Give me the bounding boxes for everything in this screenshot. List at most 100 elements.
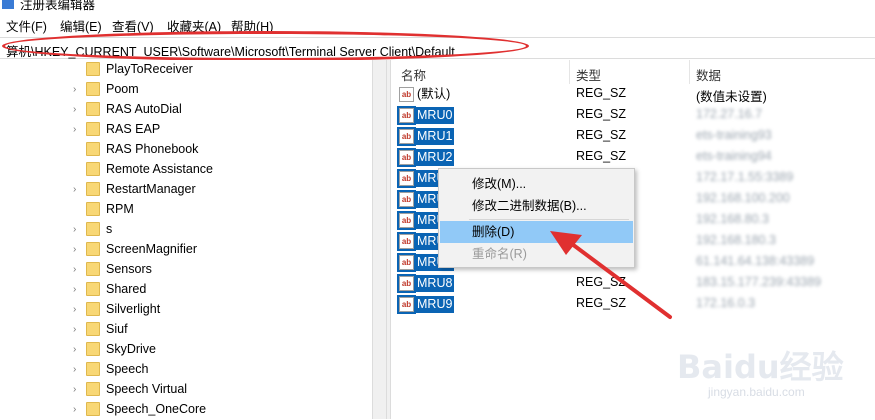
value-data: 192.168.180.3	[696, 233, 776, 247]
tree-item[interactable]: › Sensors	[0, 260, 370, 280]
tree-item[interactable]: › ScreenMagnifier	[0, 240, 370, 260]
tree-item[interactable]: › RAS AutoDial	[0, 100, 370, 120]
value-row[interactable]: ab (默认) REG_SZ (数值未设置)	[391, 84, 875, 105]
chevron-right-icon[interactable]: ›	[73, 384, 76, 395]
tree-item[interactable]: › Shared	[0, 280, 370, 300]
tree-item[interactable]: › RestartManager	[0, 180, 370, 200]
value-data: ets-training93	[696, 128, 772, 142]
chevron-right-icon[interactable]: ›	[73, 224, 76, 235]
key-tree: PlayToReceiver › Poom › RAS AutoDial › RAS EAP…	[0, 60, 386, 419]
chevron-right-icon[interactable]: ›	[73, 324, 76, 335]
tree-item[interactable]: PlayToReceiver	[0, 60, 370, 80]
value-row[interactable]: ab MRU0 REG_SZ 172.27.16.7	[391, 105, 875, 126]
ab-string-icon: ab	[397, 127, 416, 146]
chevron-right-icon[interactable]: ›	[73, 244, 76, 255]
tree-item[interactable]: › Silverlight	[0, 300, 370, 320]
folder-icon	[86, 182, 100, 196]
tree-item-label: ScreenMagnifier	[106, 242, 198, 256]
context-menu-modify-binary[interactable]: 修改二进制数据(B)...	[440, 195, 633, 217]
title-bar: 注册表编辑器	[0, 0, 875, 12]
ab-string-icon: ab	[397, 253, 416, 272]
ab-string-icon: ab	[397, 295, 416, 314]
value-name: MRU0	[415, 107, 455, 124]
context-menu-separator	[469, 219, 629, 220]
ab-string-icon: ab	[397, 169, 416, 188]
value-name: MRU1	[415, 128, 455, 145]
tree-item[interactable]: RPM	[0, 200, 370, 220]
tree-item[interactable]: › Poom	[0, 80, 370, 100]
value-data: 192.168.80.3	[696, 212, 769, 226]
value-type: REG_SZ	[576, 86, 627, 100]
address-path[interactable]: 算机\HKEY_CURRENT_USER\Software\Microsoft\…	[6, 41, 455, 60]
tree-item[interactable]: › Speech_OneCore	[0, 400, 370, 420]
ab-string-icon: ab	[397, 274, 416, 293]
value-type: REG_SZ	[576, 128, 627, 142]
value-name: MRU8	[415, 275, 455, 292]
tree-item-label: RPM	[106, 202, 134, 216]
folder-icon	[86, 202, 100, 216]
value-data: 172.17.1.55:3389	[696, 170, 794, 184]
context-menu-label: 删除(D)	[472, 225, 515, 239]
menu-help[interactable]: 帮助(H)	[231, 16, 273, 35]
folder-icon	[86, 242, 100, 256]
menu-favorites[interactable]: 收藏夹(A)	[167, 16, 221, 35]
tree-item[interactable]: › Speech Virtual	[0, 380, 370, 400]
chevron-right-icon[interactable]: ›	[73, 264, 76, 275]
chevron-right-icon[interactable]: ›	[73, 104, 76, 115]
ab-string-icon: ab	[397, 106, 416, 125]
tree-scrollbar[interactable]	[372, 60, 386, 419]
tree-item-label: Speech Virtual	[106, 382, 188, 396]
value-row[interactable]: ab MRU2 REG_SZ ets-training94	[391, 147, 875, 168]
folder-icon	[86, 122, 100, 136]
chevron-right-icon[interactable]: ›	[73, 344, 76, 355]
context-menu-label: 修改(M)...	[472, 177, 527, 191]
folder-icon	[86, 162, 100, 176]
context-menu-label: 重命名(R)	[472, 247, 527, 261]
tree-item-label: Speech	[106, 362, 149, 376]
tree-item-label: RAS AutoDial	[106, 102, 182, 116]
value-data: ets-training94	[696, 149, 772, 163]
ab-string-icon: ab	[399, 87, 414, 102]
tree-item[interactable]: RAS Phonebook	[0, 140, 370, 160]
ab-string-icon: ab	[397, 211, 416, 230]
folder-icon	[86, 362, 100, 376]
folder-icon	[86, 382, 100, 396]
tree-item[interactable]: › RAS EAP	[0, 120, 370, 140]
tree-item[interactable]: › SkyDrive	[0, 340, 370, 360]
tree-item[interactable]: › Speech	[0, 360, 370, 380]
context-menu-modify[interactable]: 修改(M)...	[440, 173, 633, 195]
annotation-arrow	[550, 231, 672, 319]
chevron-right-icon[interactable]: ›	[73, 184, 76, 195]
menu-view[interactable]: 查看(V)	[112, 16, 154, 35]
chevron-right-icon[interactable]: ›	[73, 304, 76, 315]
folder-icon	[86, 62, 100, 76]
tree-item-label: RAS EAP	[106, 122, 161, 136]
folder-icon	[86, 222, 100, 236]
tree-item[interactable]: › s	[0, 220, 370, 240]
tree-item-label: s	[106, 222, 113, 236]
tree-item[interactable]: › Siuf	[0, 320, 370, 340]
tree-item-label: Sensors	[106, 262, 152, 276]
chevron-right-icon[interactable]: ›	[73, 84, 76, 95]
menu-bar: 文件(F) 编辑(E) 查看(V) 收藏夹(A) 帮助(H)	[0, 13, 875, 35]
chevron-right-icon[interactable]: ›	[73, 364, 76, 375]
menu-edit[interactable]: 编辑(E)	[60, 16, 102, 35]
chevron-right-icon[interactable]: ›	[73, 404, 76, 415]
value-name: MRU2	[415, 149, 455, 166]
tree-item-label: Silverlight	[106, 302, 161, 316]
tree-item[interactable]: Remote Assistance	[0, 160, 370, 180]
tree-item-label: Poom	[106, 82, 139, 96]
tree-item-label: PlayToReceiver	[106, 62, 193, 76]
tree-item-label: Remote Assistance	[106, 162, 213, 176]
chevron-right-icon[interactable]: ›	[73, 284, 76, 295]
folder-icon	[86, 402, 100, 416]
tree-item-label: RAS Phonebook	[106, 142, 199, 156]
value-row[interactable]: ab MRU1 REG_SZ ets-training93	[391, 126, 875, 147]
value-type: REG_SZ	[576, 107, 627, 121]
menu-file[interactable]: 文件(F)	[6, 16, 47, 35]
address-bar[interactable]: 算机\HKEY_CURRENT_USER\Software\Microsoft\…	[0, 37, 875, 59]
regedit-icon	[2, 0, 14, 9]
ab-string-icon: ab	[397, 232, 416, 251]
value-data: (数值未设置)	[696, 90, 767, 104]
chevron-right-icon[interactable]: ›	[73, 124, 76, 135]
